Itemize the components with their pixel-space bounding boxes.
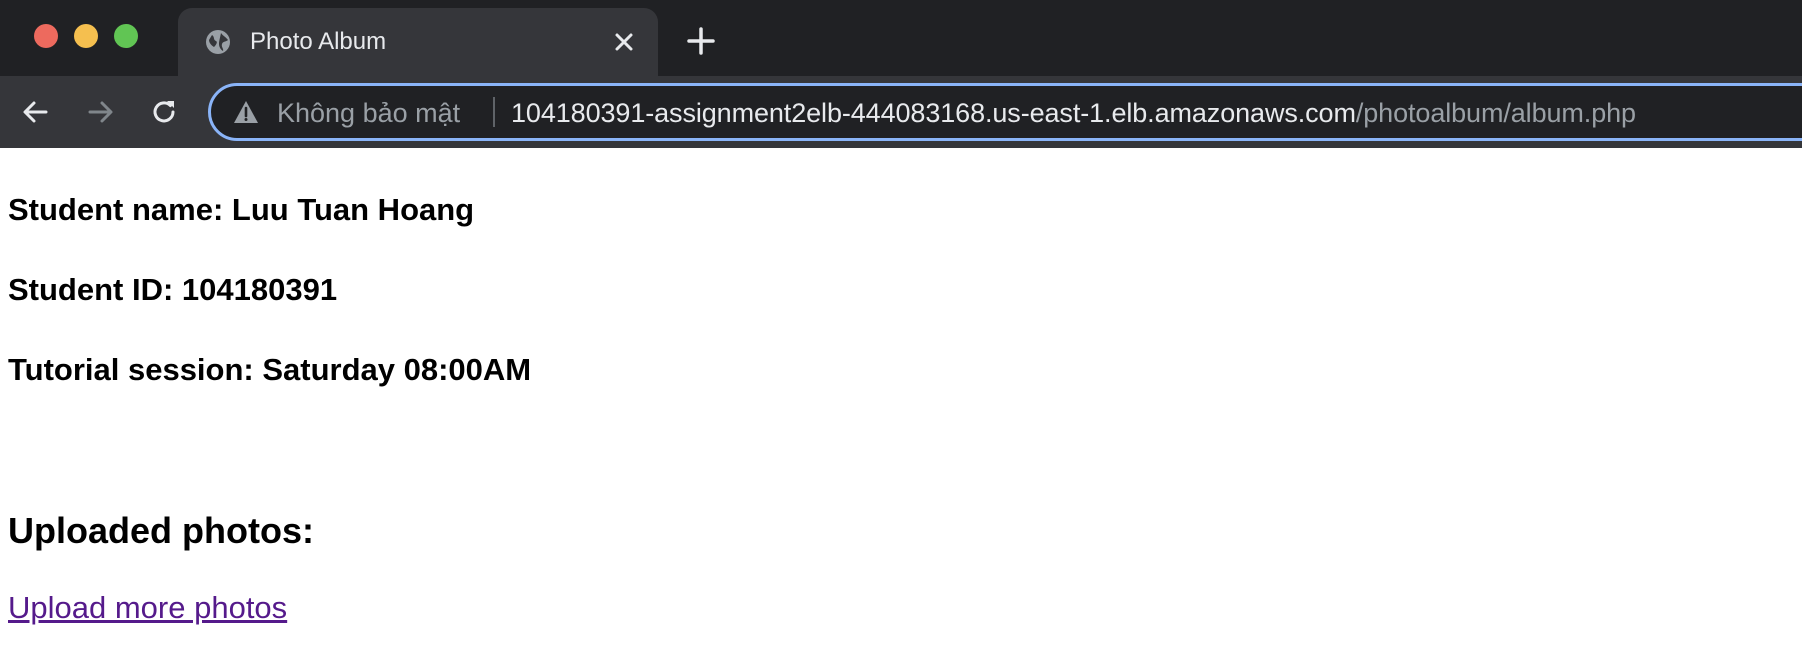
url-host: 104180391-assignment2elb-444083168.us-ea… (511, 98, 1356, 128)
student-name-text: Student name: Luu Tuan Hoang (8, 192, 475, 227)
window-close-button[interactable] (34, 24, 58, 48)
browser-window: Photo Album Không bảo mật 104180391-assi… (0, 0, 1802, 656)
window-maximize-button[interactable] (114, 24, 138, 48)
window-minimize-button[interactable] (74, 24, 98, 48)
address-bar-divider (493, 97, 495, 127)
url-path: /photoalbum/album.php (1355, 98, 1636, 128)
browser-toolbar: Không bảo mật 104180391-assignment2elb-4… (0, 76, 1802, 148)
address-bar[interactable]: Không bảo mật 104180391-assignment2elb-4… (208, 83, 1802, 141)
globe-icon (206, 30, 230, 54)
tab-strip: Photo Album (0, 0, 1802, 76)
security-status-label[interactable]: Không bảo mật (277, 97, 460, 129)
page-content: Student name: Luu Tuan Hoang Student ID:… (0, 148, 1802, 656)
tab-photo-album[interactable]: Photo Album (178, 8, 658, 76)
warning-icon[interactable] (233, 99, 259, 125)
tutorial-session-text: Tutorial session: Saturday 08:00AM (8, 352, 532, 387)
uploaded-photos-heading: Uploaded photos: (8, 510, 314, 551)
arrow-right-icon[interactable] (84, 96, 116, 128)
url-text[interactable]: 104180391-assignment2elb-444083168.us-ea… (511, 97, 1636, 129)
upload-more-photos-link[interactable]: Upload more photos (8, 590, 287, 626)
student-id-text: Student ID: 104180391 (8, 272, 338, 307)
arrow-left-icon[interactable] (20, 96, 52, 128)
close-icon[interactable] (610, 28, 638, 56)
reload-icon[interactable] (148, 96, 180, 128)
tab-title: Photo Album (250, 28, 387, 55)
new-tab-plus-icon[interactable] (686, 26, 716, 56)
